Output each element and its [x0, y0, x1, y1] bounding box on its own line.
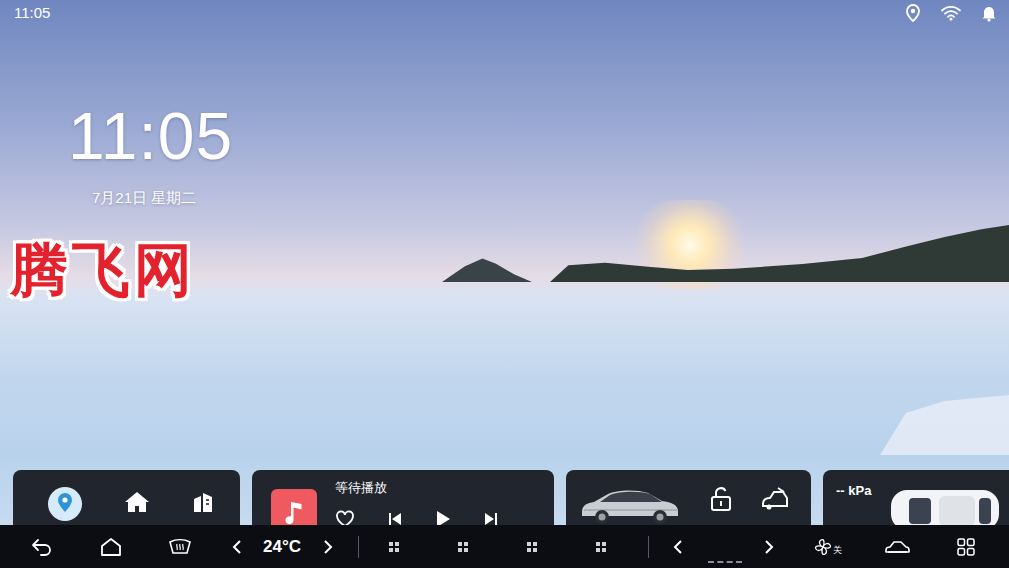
heart-icon[interactable] — [335, 510, 355, 525]
apps-grid-icon — [957, 538, 975, 556]
small-grid-icon — [596, 542, 606, 552]
status-time: 11:05 — [14, 5, 50, 20]
home-icon[interactable] — [124, 490, 150, 514]
chevron-left-icon — [232, 539, 242, 555]
next-icon[interactable] — [483, 511, 499, 525]
clock-widget: 11:05 7月21日 星期二 — [0, 25, 1009, 205]
location-icon — [905, 4, 921, 22]
music-icon — [271, 489, 317, 525]
windshield-defrost-icon — [168, 537, 192, 557]
page-right-button[interactable] — [740, 539, 798, 555]
dock-handle[interactable] — [708, 561, 742, 564]
clock-date: 7月21日 星期二 — [68, 190, 1009, 205]
shortcut-card — [13, 470, 240, 525]
vehicle-card[interactable] — [566, 470, 811, 525]
wallpaper-coast — [550, 222, 1009, 282]
home-button[interactable] — [84, 537, 138, 557]
fan-button[interactable]: 关 — [798, 538, 858, 556]
vehicle-button[interactable] — [858, 539, 936, 555]
media-title: 等待播放 — [335, 480, 499, 496]
car-icon — [884, 539, 910, 555]
trunk-icon[interactable] — [760, 486, 790, 512]
building-icon[interactable] — [191, 490, 215, 514]
card-strip: 等待播放 -- kPa — [0, 470, 1009, 525]
wallpaper-rocks — [880, 395, 1009, 455]
chevron-right-icon — [323, 539, 333, 555]
defrost-button[interactable] — [138, 537, 222, 557]
media-controls — [335, 510, 499, 525]
watermark: 腾飞网 — [10, 235, 196, 305]
small-grid-icon — [458, 542, 468, 552]
dock-divider — [648, 536, 649, 558]
status-bar: 11:05 — [0, 0, 1009, 25]
car-image-icon — [578, 482, 682, 524]
back-icon — [31, 537, 53, 557]
tire-pressure: -- kPa — [836, 483, 871, 499]
desktop: 11:05 7月21日 星期二 腾飞网 — [0, 25, 1009, 470]
small-grid-icon — [527, 542, 537, 552]
screen: 11:05 11:05 7月21日 星期二 腾飞网 等待播放 — [0, 0, 1009, 568]
temperature-down-button[interactable] — [222, 539, 252, 555]
temperature-display: 24°C — [252, 538, 312, 555]
status-icons — [905, 4, 997, 22]
media-info: 等待播放 — [335, 489, 499, 525]
clock-time: 11:05 — [68, 103, 1009, 169]
dock: 24°C 关 — [0, 525, 1009, 568]
small-grid-icon — [389, 542, 399, 552]
chevron-left-icon — [673, 539, 683, 555]
app-slot[interactable] — [566, 542, 635, 552]
bell-icon[interactable] — [981, 4, 997, 22]
previous-icon[interactable] — [387, 511, 403, 525]
media-card[interactable]: 等待播放 — [252, 470, 554, 525]
app-slot[interactable] — [497, 542, 566, 552]
chevron-right-icon — [764, 539, 774, 555]
fan-state: 关 — [833, 546, 842, 555]
wallpaper-island — [442, 256, 532, 282]
fan-icon — [814, 538, 832, 556]
home-outline-icon — [100, 537, 122, 557]
car-top-view-icon — [889, 486, 1001, 525]
wifi-icon — [941, 5, 961, 21]
back-button[interactable] — [0, 537, 84, 557]
tire-card[interactable]: -- kPa — [823, 470, 1009, 525]
apps-button[interactable] — [936, 538, 996, 556]
temperature: 24°C — [263, 538, 301, 555]
temperature-up-button[interactable] — [312, 539, 344, 555]
navigation-icon[interactable] — [47, 486, 83, 522]
app-slot[interactable] — [428, 542, 497, 552]
dock-divider — [358, 536, 359, 558]
page-left-button[interactable] — [649, 539, 707, 555]
play-icon[interactable] — [435, 510, 451, 525]
unlock-icon[interactable] — [710, 486, 732, 512]
app-slot[interactable] — [359, 542, 428, 552]
